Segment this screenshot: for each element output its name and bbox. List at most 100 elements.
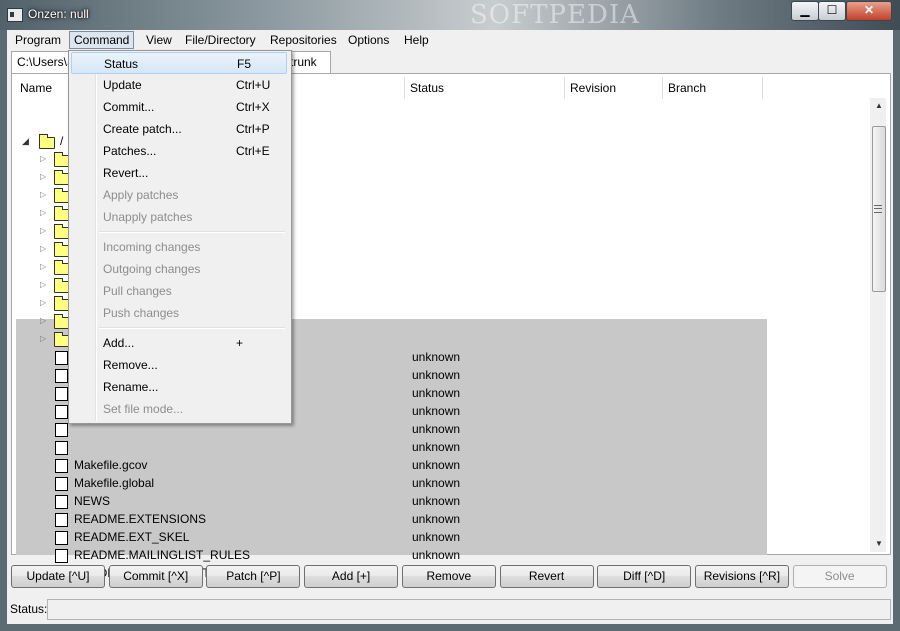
menu-program[interactable]: Program	[11, 32, 65, 48]
window-title: Onzen: null	[28, 7, 89, 21]
command-menu-dropdown: Status F5 Update Ctrl+U Commit... Ctrl+X Creat…	[68, 50, 292, 424]
menu-item-label: Add...	[103, 336, 135, 350]
menu-item-pull-changes[interactable]: Pull changes	[71, 280, 287, 302]
menu-item-update[interactable]: Update Ctrl+U	[71, 74, 287, 96]
menu-item-outgoing-changes[interactable]: Outgoing changes	[71, 258, 287, 280]
menu-item-commit[interactable]: Commit... Ctrl+X	[71, 96, 287, 118]
column-header-revision[interactable]: Revision	[565, 77, 663, 99]
file-row[interactable]: unknown	[12, 438, 763, 456]
menu-view[interactable]: View	[142, 32, 176, 48]
menu-file-directory[interactable]: File/Directory	[181, 32, 260, 48]
menu-item-label: Remove...	[103, 358, 158, 372]
file-status: unknown	[412, 422, 461, 436]
file-status: unknown	[412, 530, 461, 544]
menu-help[interactable]: Help	[400, 32, 433, 48]
file-name: README.MAILINGLIST_RULES	[74, 548, 251, 562]
menu-item-incoming-changes[interactable]: Incoming changes	[71, 236, 287, 258]
path-tab-end: trunk	[290, 55, 317, 69]
menu-bar: Program Command View File/Directory Repo…	[7, 30, 893, 50]
file-status: unknown	[412, 548, 461, 562]
scroll-up-arrow-icon[interactable]: ▲	[875, 101, 883, 110]
file-row[interactable]: README.EXTENSIONS unknown	[12, 510, 763, 528]
menu-item-label: Revert...	[103, 166, 149, 180]
title-bar: Onzen: null SOFTPEDIA ▁ ☐ ✕	[0, 0, 900, 30]
file-icon	[55, 351, 68, 365]
menu-item-revert[interactable]: Revert...	[71, 162, 287, 184]
file-icon	[55, 495, 68, 509]
file-row[interactable]: README.MAILINGLIST_RULES unknown	[12, 546, 763, 564]
maximize-button[interactable]: ☐	[818, 1, 846, 21]
expand-arrow-icon[interactable]: ▷	[40, 258, 46, 276]
diff-button[interactable]: Diff [^D]	[597, 565, 692, 588]
collapse-arrow-icon[interactable]: ◢	[22, 132, 29, 150]
file-icon	[55, 459, 68, 473]
file-icon	[55, 531, 68, 545]
file-name: README.EXT_SKEL	[74, 530, 190, 544]
menu-separator	[99, 231, 285, 233]
menu-item-shortcut: Ctrl+P	[236, 122, 270, 136]
menu-command[interactable]: Command	[69, 31, 135, 49]
menu-item-apply-patches[interactable]: Apply patches	[71, 184, 287, 206]
menu-item-shortcut: +	[236, 336, 244, 350]
menu-item-unapply-patches[interactable]: Unapply patches	[71, 206, 287, 228]
file-row[interactable]: NEWS unknown	[12, 492, 763, 510]
expand-arrow-icon[interactable]: ▷	[40, 312, 46, 330]
file-name: README.EXTENSIONS	[74, 512, 207, 526]
revert-button[interactable]: Revert	[499, 565, 594, 588]
menu-item-remove[interactable]: Remove...	[71, 354, 287, 376]
update-button[interactable]: Update [^U]	[11, 565, 105, 588]
menu-item-label: Apply patches	[103, 188, 179, 202]
file-row[interactable]: README.EXT_SKEL unknown	[12, 528, 763, 546]
menu-item-set-file-mode[interactable]: Set file mode...	[71, 398, 287, 420]
scroll-down-arrow-icon[interactable]: ▼	[875, 539, 883, 548]
file-row[interactable]: Makefile.gcov unknown	[12, 456, 763, 474]
menu-item-create-patch[interactable]: Create patch... Ctrl+P	[71, 118, 287, 140]
menu-item-label: Incoming changes	[103, 240, 201, 254]
expand-arrow-icon[interactable]: ▷	[40, 186, 46, 204]
menu-item-add[interactable]: Add... +	[71, 332, 287, 354]
remove-button[interactable]: Remove	[401, 565, 496, 588]
menu-item-rename[interactable]: Rename...	[71, 376, 287, 398]
menu-item-patches[interactable]: Patches... Ctrl+E	[71, 140, 287, 162]
file-icon	[55, 513, 68, 527]
expand-arrow-icon[interactable]: ▷	[40, 276, 46, 294]
menu-options[interactable]: Options	[344, 32, 393, 48]
add-button[interactable]: Add [+]	[304, 565, 399, 588]
menu-item-label: Pull changes	[103, 284, 172, 298]
file-name: Makefile.gcov	[74, 458, 148, 472]
menu-item-shortcut: Ctrl+U	[236, 78, 271, 92]
expand-arrow-icon[interactable]: ▷	[40, 150, 46, 168]
file-name: NEWS	[74, 494, 110, 508]
status-label: Status:	[10, 602, 48, 616]
minimize-button[interactable]: ▁	[791, 1, 819, 21]
column-header-status[interactable]: Status	[405, 77, 565, 99]
expand-arrow-icon[interactable]: ▷	[40, 168, 46, 186]
folder-icon	[39, 134, 55, 149]
patch-button[interactable]: Patch [^P]	[206, 565, 301, 588]
menu-item-push-changes[interactable]: Push changes	[71, 302, 287, 324]
file-icon	[55, 441, 68, 455]
solve-button[interactable]: Solve	[792, 565, 887, 588]
menu-item-label: Patches...	[103, 144, 157, 158]
menu-item-label: Push changes	[103, 306, 180, 320]
close-button[interactable]: ✕	[846, 1, 892, 21]
menu-item-label: Update	[103, 78, 142, 92]
revisions-button[interactable]: Revisions [^R]	[694, 565, 789, 588]
menu-repositories[interactable]: Repositories	[266, 32, 341, 48]
file-status: unknown	[412, 404, 461, 418]
file-status: unknown	[412, 350, 461, 364]
file-status: unknown	[412, 440, 461, 454]
expand-arrow-icon[interactable]: ▷	[40, 240, 46, 258]
menu-item-status[interactable]: Status F5	[71, 52, 287, 74]
file-row[interactable]: Makefile.global unknown	[12, 474, 763, 492]
expand-arrow-icon[interactable]: ▷	[40, 330, 46, 348]
file-status: unknown	[412, 386, 461, 400]
watermark-logo: SOFTPEDIA	[470, 0, 640, 30]
expand-arrow-icon[interactable]: ▷	[40, 204, 46, 222]
expand-arrow-icon[interactable]: ▷	[40, 294, 46, 312]
column-header-branch[interactable]: Branch	[663, 77, 763, 99]
file-icon	[55, 549, 68, 563]
commit-button[interactable]: Commit [^X]	[108, 565, 203, 588]
tree-root-label: /	[60, 134, 64, 148]
expand-arrow-icon[interactable]: ▷	[40, 222, 46, 240]
